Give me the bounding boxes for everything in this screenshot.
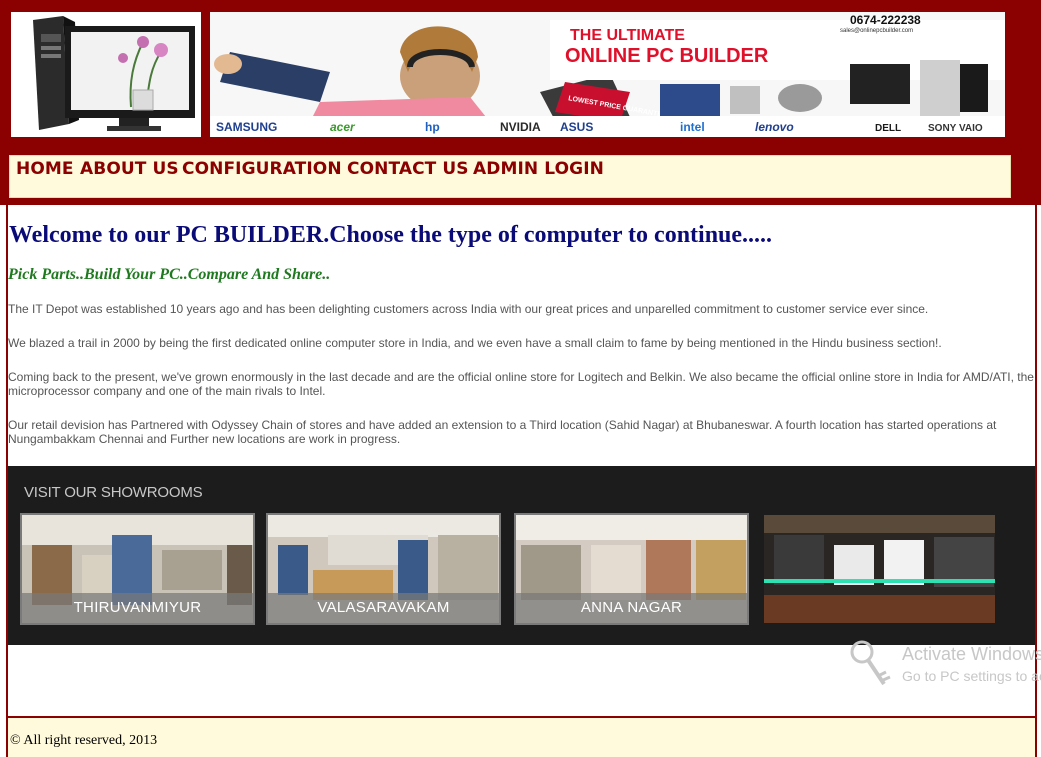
key-icon <box>850 640 891 686</box>
showroom-name: THIRUVANMIYUR <box>22 593 253 623</box>
nav-contact-us[interactable]: CONTACT US <box>347 159 469 179</box>
watermark-title: Activate Windows <box>902 644 1041 664</box>
desktop-computer-icon <box>11 12 201 137</box>
brand-intel: intel <box>680 120 705 134</box>
watermark-subtitle: Go to PC settings to activate Windows. <box>902 668 1041 684</box>
nav-admin-login[interactable]: ADMIN LOGIN <box>473 159 604 179</box>
showrooms-title: VISIT OUR SHOWROOMS <box>24 484 203 501</box>
showroom-name: ANNA NAGAR <box>516 593 747 623</box>
about-paragraph-4: Our retail devision has Partnered with O… <box>8 418 997 446</box>
banner-artwork: THE ULTIMATE ONLINE PC BUILDER 0674-2222… <box>210 12 1005 137</box>
main-nav: HOME ABOUT US CONFIGURATION CONTACT US A… <box>9 155 1011 198</box>
about-paragraph-2: We blazed a trail in 2000 by being the f… <box>8 336 942 350</box>
showroom-card-valasaravakam[interactable]: VALASARAVAKAM <box>266 513 501 625</box>
brand-samsung: SAMSUNG <box>216 120 277 134</box>
activation-watermark: Activate Windows Go to PC settings to ac… <box>848 636 1041 696</box>
banner-phone: 0674-222238 <box>850 13 921 27</box>
showroom-photo <box>764 515 995 623</box>
showroom-name: VALASARAVAKAM <box>268 593 499 623</box>
banner-email: sales@onlinepcbuilder.com <box>840 28 913 34</box>
promo-banner: THE ULTIMATE ONLINE PC BUILDER 0674-2222… <box>210 12 1005 137</box>
brand-acer: acer <box>330 120 356 134</box>
nav-about-us[interactable]: ABOUT US <box>80 159 179 179</box>
brand-hp: hp <box>425 120 440 134</box>
brand-nvidia: NVIDIA <box>500 120 541 134</box>
brand-sony-vaio: SONY VAIO <box>928 123 983 134</box>
copyright-text: © All right reserved, 2013 <box>10 733 158 748</box>
page-title: Welcome to our PC BUILDER.Choose the typ… <box>9 222 773 248</box>
brand-asus: ASUS <box>560 120 593 134</box>
showrooms-section: VISIT OUR SHOWROOMS THIRUVANMIYUR VALASA… <box>8 466 1035 645</box>
banner-headline-2: ONLINE PC BUILDER <box>565 45 769 67</box>
about-paragraph-3: Coming back to the present, we've grown … <box>8 370 1034 398</box>
nav-home[interactable]: HOME <box>16 159 74 179</box>
banner-headline-1: THE ULTIMATE <box>570 27 685 44</box>
brand-dell: DELL <box>875 123 901 134</box>
site-footer: © All right reserved, 2013 <box>6 716 1037 757</box>
nav-configuration[interactable]: CONFIGURATION <box>182 159 342 179</box>
showroom-card-4[interactable] <box>762 513 997 625</box>
site-header: THE ULTIMATE ONLINE PC BUILDER 0674-2222… <box>0 0 1041 205</box>
page-tagline: Pick Parts..Build Your PC..Compare And S… <box>8 266 331 283</box>
showroom-card-anna-nagar[interactable]: ANNA NAGAR <box>514 513 749 625</box>
brand-lenovo: lenovo <box>755 120 794 134</box>
about-paragraph-1: The IT Depot was established 10 years ag… <box>8 302 929 316</box>
showroom-card-thiruvanmiyur[interactable]: THIRUVANMIYUR <box>20 513 255 625</box>
pc-logo-image <box>11 12 201 137</box>
